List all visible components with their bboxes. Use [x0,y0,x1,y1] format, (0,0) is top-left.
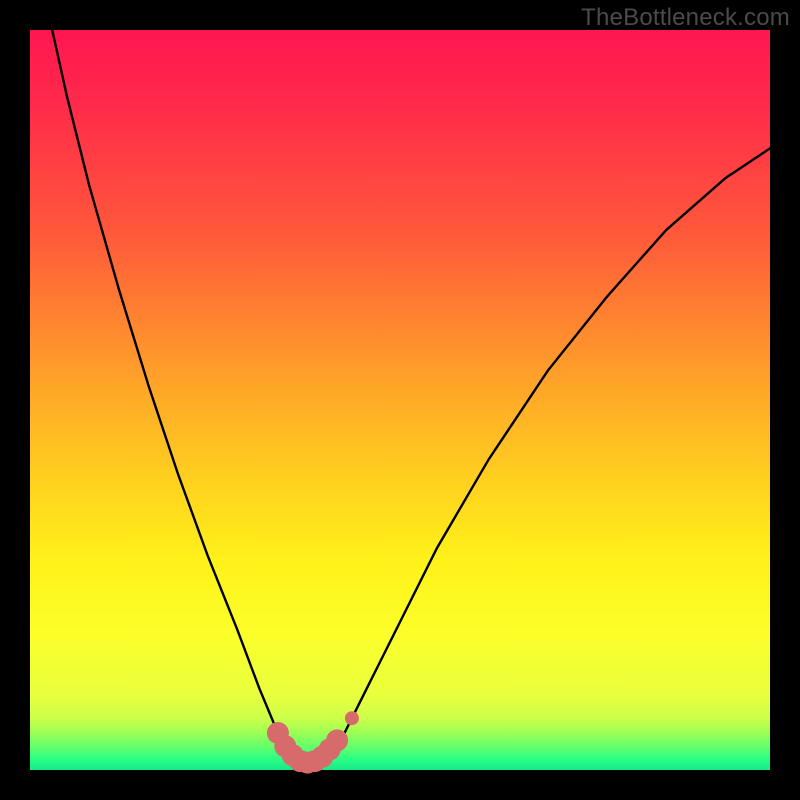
curve-svg [30,30,770,770]
valley-marker-group [267,711,359,773]
outer-frame: TheBottleneck.com [0,0,800,800]
valley-marker-dot [345,711,359,725]
bottleneck-curve-path [52,30,770,763]
watermark-text: TheBottleneck.com [581,4,790,32]
plot-area [30,30,770,770]
valley-marker-dot [326,729,348,751]
